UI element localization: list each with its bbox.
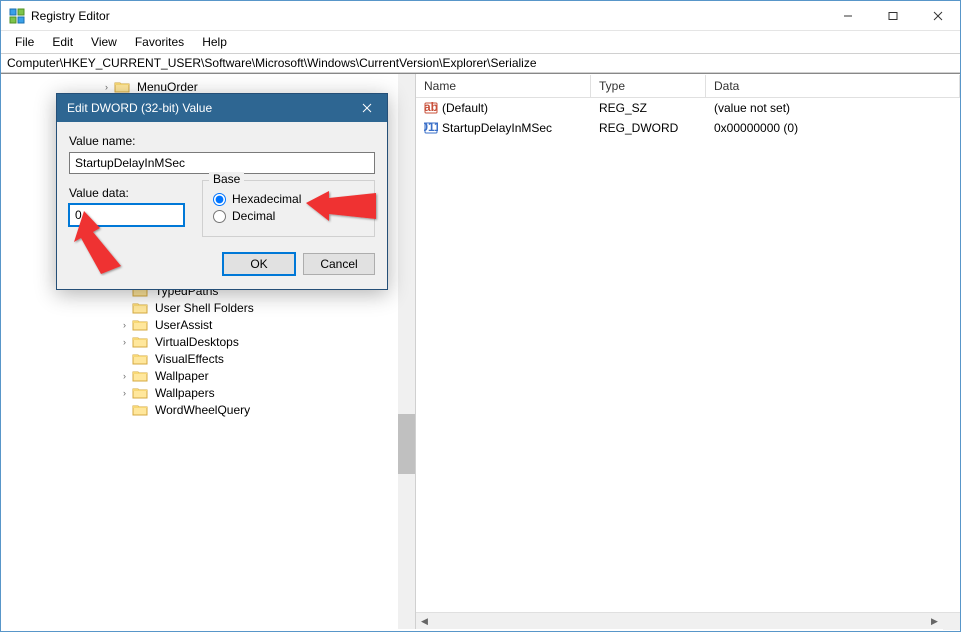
expand-icon[interactable]: › (119, 387, 130, 398)
maximize-button[interactable] (870, 1, 915, 30)
tree-item-wordwheelquery[interactable]: WordWheelQuery (1, 401, 415, 418)
radio-hex-label: Hexadecimal (232, 192, 301, 206)
menu-view[interactable]: View (83, 33, 125, 51)
dialog-titlebar[interactable]: Edit DWORD (32-bit) Value (57, 94, 387, 122)
col-header-data[interactable]: Data (706, 75, 960, 97)
expand-spacer (119, 404, 130, 415)
tree-label: User Shell Folders (152, 300, 257, 316)
base-fieldset: Base Hexadecimal Decimal (202, 180, 375, 237)
value-name-input[interactable] (69, 152, 375, 174)
tree-item-wallpaper[interactable]: › Wallpaper (1, 367, 415, 384)
expand-spacer (119, 302, 130, 313)
scroll-corner (943, 613, 960, 630)
value-data-cell: (value not set) (706, 99, 960, 117)
expand-icon[interactable]: › (101, 81, 112, 92)
minimize-button[interactable] (825, 1, 870, 30)
dialog-title: Edit DWORD (32-bit) Value (67, 101, 347, 115)
svg-text:ab: ab (424, 101, 438, 114)
tree-label: WordWheelQuery (152, 402, 253, 418)
expand-spacer (119, 353, 130, 364)
radio-hex-input[interactable] (213, 193, 226, 206)
scroll-left-icon[interactable]: ◀ (416, 613, 433, 630)
value-data-cell: 0x00000000 (0) (706, 119, 960, 137)
tree-label: UserAssist (152, 317, 215, 333)
tree-item-visualeffects[interactable]: VisualEffects (1, 350, 415, 367)
value-data-input[interactable] (69, 204, 184, 226)
tree-item-virtualdesktops[interactable]: › VirtualDesktops (1, 333, 415, 350)
dialog-close-button[interactable] (347, 94, 387, 122)
tree-label: VirtualDesktops (152, 334, 242, 350)
cancel-button[interactable]: Cancel (303, 253, 375, 275)
tree-item-user-shell-folders[interactable]: User Shell Folders (1, 299, 415, 316)
value-type-cell: REG_SZ (591, 99, 706, 117)
radio-dec-input[interactable] (213, 210, 226, 223)
address-bar[interactable]: Computer\HKEY_CURRENT_USER\Software\Micr… (1, 53, 960, 73)
expand-icon[interactable]: › (119, 336, 130, 347)
dialog-body: Value name: Value data: Base Hexadecimal (57, 122, 387, 289)
dialog-buttons: OK Cancel (69, 253, 375, 275)
value-data-label: Value data: (69, 186, 184, 200)
menu-favorites[interactable]: Favorites (127, 33, 192, 51)
value-name-cell: ab(Default) (416, 99, 591, 117)
menu-file[interactable]: File (7, 33, 42, 51)
registry-editor-window: Registry Editor File Edit View Favorites… (0, 0, 961, 632)
col-header-type[interactable]: Type (591, 75, 706, 97)
radio-decimal[interactable]: Decimal (213, 209, 364, 223)
close-button[interactable] (915, 1, 960, 30)
value-name-label: Value name: (69, 134, 375, 148)
list-pane: Name Type Data ab(Default)REG_SZ(value n… (416, 74, 960, 629)
list-header: Name Type Data (416, 74, 960, 98)
col-header-name[interactable]: Name (416, 75, 591, 97)
expand-icon[interactable]: › (119, 319, 130, 330)
value-type-cell: REG_DWORD (591, 119, 706, 137)
window-buttons (825, 1, 960, 30)
window-title: Registry Editor (31, 9, 825, 23)
tree-item-wallpapers[interactable]: › Wallpapers (1, 384, 415, 401)
ok-button[interactable]: OK (223, 253, 295, 275)
expand-icon[interactable]: › (119, 370, 130, 381)
tree-scroll-thumb[interactable] (398, 414, 415, 474)
list-hscrollbar[interactable]: ◀ ▶ (416, 612, 960, 629)
tree-label: Wallpaper (152, 368, 212, 384)
value-name-cell: 011StartupDelayInMSec (416, 119, 591, 137)
tree-label: VisualEffects (152, 351, 227, 367)
base-legend: Base (209, 172, 244, 186)
value-row[interactable]: ab(Default)REG_SZ(value not set) (416, 98, 960, 118)
radio-dec-label: Decimal (232, 209, 275, 223)
radio-hexadecimal[interactable]: Hexadecimal (213, 192, 364, 206)
titlebar: Registry Editor (1, 1, 960, 31)
menu-edit[interactable]: Edit (44, 33, 81, 51)
tree-scrollbar[interactable] (398, 74, 415, 629)
edit-dword-dialog: Edit DWORD (32-bit) Value Value name: Va… (56, 93, 388, 290)
tree-item-userassist[interactable]: › UserAssist (1, 316, 415, 333)
menu-help[interactable]: Help (194, 33, 235, 51)
value-row[interactable]: 011StartupDelayInMSecREG_DWORD0x00000000… (416, 118, 960, 138)
menubar: File Edit View Favorites Help (1, 31, 960, 53)
list-body: ab(Default)REG_SZ(value not set)011Start… (416, 98, 960, 612)
scroll-right-icon[interactable]: ▶ (926, 613, 943, 630)
svg-text:011: 011 (424, 121, 438, 134)
regedit-icon (9, 8, 25, 24)
tree-label: Wallpapers (152, 385, 218, 401)
